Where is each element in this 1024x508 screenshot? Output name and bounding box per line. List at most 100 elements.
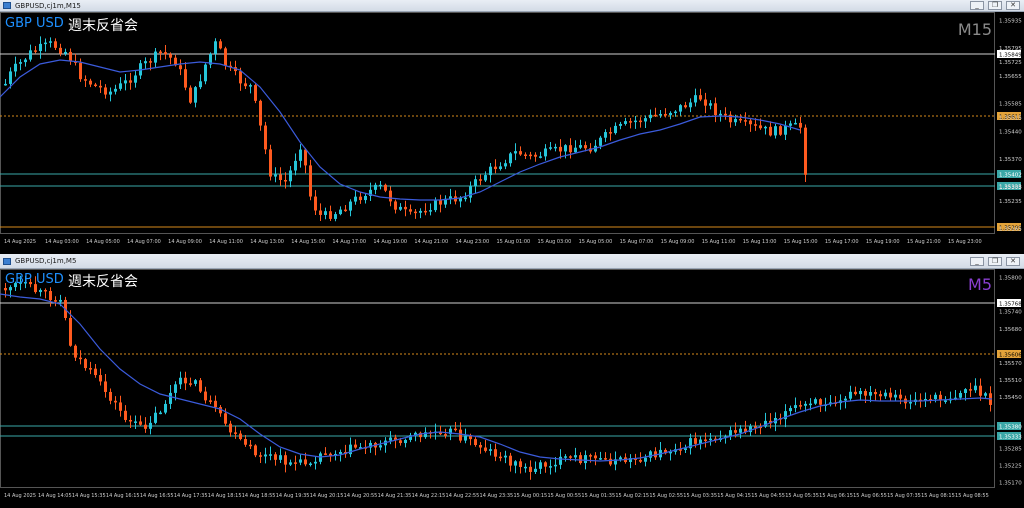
minimize-button[interactable]: _ [970, 1, 984, 10]
price-axis-label: 1.35380 [999, 425, 1022, 431]
time-axis-label: 14 Aug 16:55 [140, 493, 174, 499]
window-titlebar[interactable]: GBPUSD,cj1m,M5 _ ❐ ✕ [0, 254, 1024, 269]
restore-button[interactable]: ❐ [988, 257, 1002, 266]
price-axis-label: 1.35440 [999, 129, 1022, 135]
window-title: GBPUSD,cj1m,M5 [15, 257, 77, 265]
time-axis-label: 15 Aug 21:00 [907, 239, 941, 245]
time-axis-label: 14 Aug 22:55 [446, 493, 480, 499]
time-axis-label: 15 Aug 04:55 [751, 493, 785, 499]
time-axis-label: 15 Aug 11:00 [702, 239, 736, 245]
time-axis-label: 14 Aug 03:00 [45, 239, 79, 245]
time-axis-label: 15 Aug 17:00 [825, 239, 859, 245]
chart-window-m15[interactable]: GBPUSD,cj1m,M15 _ ❐ ✕ 1.35935 1.35849 1.35… [0, 0, 1024, 254]
symbol-label: GBP USD [5, 16, 64, 31]
time-axis-label: 15 Aug 03:35 [683, 493, 717, 499]
time-axis-label: 15 Aug 19:00 [866, 239, 900, 245]
price-axis-label: 1.35370 [999, 157, 1022, 163]
bearish-candle [254, 444, 257, 458]
bearish-candle [254, 83, 257, 104]
price-axis-label: 1.35725 [999, 60, 1022, 66]
plot-frame [0, 269, 995, 488]
price-axis-label: 1.35165 [999, 227, 1022, 233]
minimize-button[interactable]: _ [970, 257, 984, 266]
price-axis-label: 1.35740 [999, 310, 1022, 316]
time-axis-label: 14 Aug 23:00 [455, 239, 489, 245]
time-axis-label: 14 Aug 15:35 [72, 493, 106, 499]
candlestick-chart[interactable]: 1.359351.358491.357951.357251.356551.356… [0, 12, 1024, 254]
bearish-candle [804, 124, 807, 183]
time-axis-label: 15 Aug 00:55 [547, 493, 581, 499]
price-axis-label: 1.35795 [999, 46, 1022, 52]
bearish-candle [264, 121, 267, 155]
time-axis-label: 14 Aug 15:00 [291, 239, 325, 245]
time-axis-label: 14 Aug 19:00 [373, 239, 407, 245]
time-axis-label: 15 Aug 23:00 [948, 239, 982, 245]
time-axis-label: 14 Aug 18:55 [242, 493, 276, 499]
price-axis-label: 1.35570 [999, 361, 1022, 367]
timeframe-label: M15 [957, 20, 992, 39]
time-axis-label: 15 Aug 06:55 [853, 493, 887, 499]
time-axis-label: 15 Aug 09:00 [661, 239, 695, 245]
price-axis-label: 1.35655 [999, 74, 1022, 80]
time-axis-label: 15 Aug 15:00 [784, 239, 818, 245]
close-button[interactable]: ✕ [1006, 257, 1020, 266]
subtitle-label: 週末反省会 [68, 18, 138, 34]
time-axis-label: 14 Aug 16:15 [106, 493, 140, 499]
time-axis-label: 15 Aug 06:15 [819, 493, 853, 499]
time-axis-label: 14 Aug 17:35 [174, 493, 208, 499]
bearish-candle [199, 377, 202, 394]
price-axis-label: 1.35402 [999, 173, 1022, 179]
time-axis-label: 15 Aug 01:00 [497, 239, 531, 245]
bearish-candle [309, 159, 312, 201]
time-axis-label: 15 Aug 13:00 [743, 239, 777, 245]
price-axis-label: 1.35510 [999, 378, 1022, 384]
time-axis-label: 14 Aug 20:15 [310, 493, 344, 499]
time-axis-label: 15 Aug 02:15 [615, 493, 649, 499]
time-axis-label: 14 Aug 11:00 [209, 239, 243, 245]
time-axis-label: 14 Aug 18:15 [208, 493, 242, 499]
price-axis-label: 1.35849 [999, 53, 1022, 59]
time-axis-label: 15 Aug 01:35 [581, 493, 615, 499]
time-axis-label: 14 Aug 23:35 [480, 493, 514, 499]
bearish-candle [779, 125, 782, 136]
price-axis-label: 1.35225 [999, 463, 1022, 469]
price-axis-label: 1.35515 [999, 116, 1022, 122]
time-axis-label: 14 Aug 07:00 [127, 239, 161, 245]
price-chart-m15[interactable]: 1.35935 1.35849 1.35795 1.35725 1.35655 1.356… [0, 12, 1024, 254]
time-axis-label: 14 Aug 14:05 [38, 493, 72, 499]
time-axis-label: 15 Aug 07:35 [887, 493, 921, 499]
price-axis-label: 1.35285 [999, 446, 1022, 452]
time-axis-label: 15 Aug 08:15 [921, 493, 955, 499]
price-axis-label: 1.35450 [999, 395, 1022, 401]
time-axis-label: 15 Aug 08:55 [955, 493, 989, 499]
time-axis-label: 15 Aug 05:35 [785, 493, 819, 499]
price-axis-label: 1.35800 [999, 276, 1022, 282]
time-axis-label: 15 Aug 07:00 [620, 239, 654, 245]
timeframe-label: M5 [968, 275, 992, 294]
close-button[interactable]: ✕ [1006, 1, 1020, 10]
time-axis-label: 14 Aug 21:00 [414, 239, 448, 245]
price-axis-label: 1.35768 [999, 302, 1022, 308]
window-title: GBPUSD,cj1m,M15 [15, 2, 81, 10]
time-axis-label: 15 Aug 00:15 [513, 493, 547, 499]
time-axis-label: 14 Aug 13:00 [250, 239, 284, 245]
price-chart-m5[interactable]: 1.35800 1.35768 1.35740 1.35680 1.35606 1.355… [0, 269, 1024, 508]
price-axis-label: 1.35333 [999, 435, 1022, 441]
price-axis-label: 1.35585 [999, 102, 1022, 108]
bearish-candle [269, 144, 272, 181]
restore-button[interactable]: ❐ [988, 1, 1002, 10]
candlestick-chart[interactable]: 1.35800 1.35768 1.35740 1.35680 1.35606 1.355… [0, 269, 1024, 508]
time-axis-label: 14 Aug 21:35 [378, 493, 412, 499]
price-axis-label: 1.35235 [999, 199, 1022, 205]
time-axis-label: 15 Aug 05:00 [579, 239, 613, 245]
chart-window-m5[interactable]: GBPUSD,cj1m,M5 _ ❐ ✕ 1.35800 1.35768 1.357… [0, 254, 1024, 508]
price-axis-label: 1.35935 [999, 19, 1022, 25]
time-axis-label: 15 Aug 04:15 [717, 493, 751, 499]
price-axis-label: 1.35680 [999, 327, 1022, 333]
price-axis-label: 1.35305 [999, 185, 1022, 191]
window-titlebar[interactable]: GBPUSD,cj1m,M15 _ ❐ ✕ [0, 0, 1024, 12]
time-axis-label: 14 Aug 09:00 [168, 239, 202, 245]
bullish-candle [204, 63, 207, 85]
price-axis-label: 1.35170 [999, 481, 1022, 487]
symbol-label: GBP USD [5, 272, 64, 287]
